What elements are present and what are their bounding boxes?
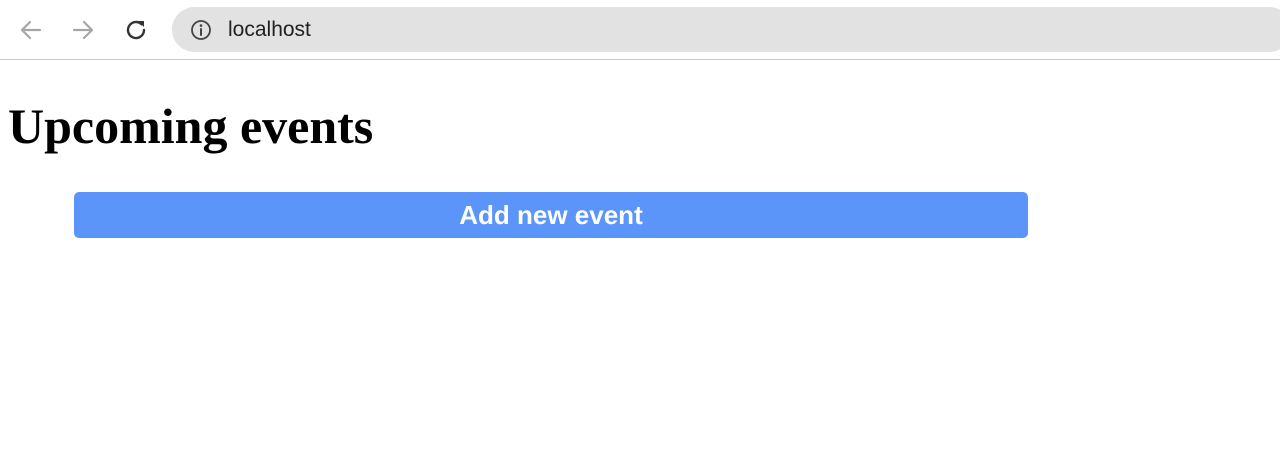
- arrow-left-icon: [20, 20, 42, 40]
- back-button[interactable]: [13, 12, 49, 48]
- add-new-event-button[interactable]: Add new event: [74, 192, 1028, 238]
- address-bar[interactable]: localhost: [172, 7, 1280, 52]
- page-title: Upcoming events: [8, 98, 374, 154]
- browser-toolbar: localhost: [0, 0, 1280, 60]
- reload-button[interactable]: [118, 12, 154, 48]
- info-circle-icon[interactable]: [190, 19, 212, 41]
- url-text[interactable]: localhost: [228, 7, 311, 52]
- arrow-right-icon: [72, 20, 94, 40]
- reload-icon: [126, 20, 146, 40]
- forward-button[interactable]: [65, 12, 101, 48]
